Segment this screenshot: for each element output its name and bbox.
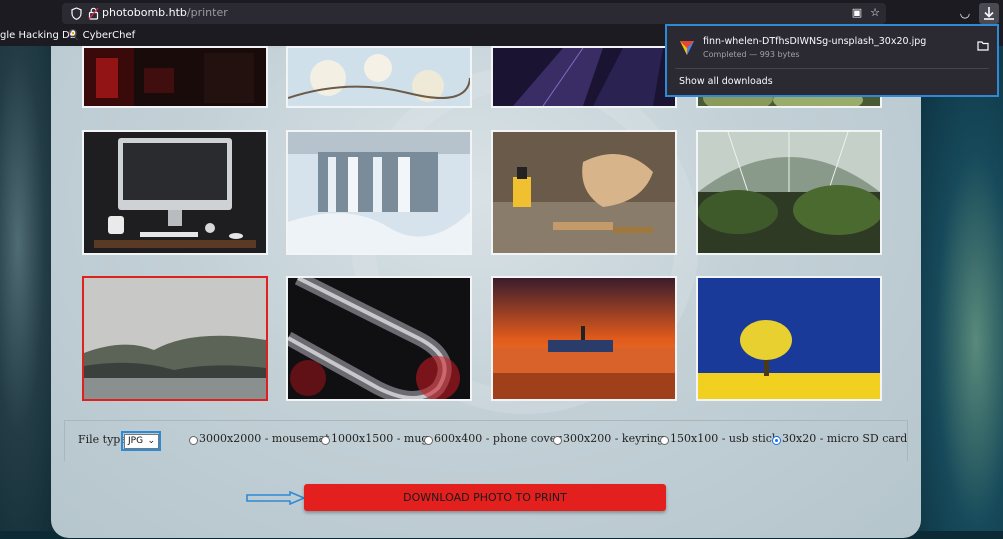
cyberchef-icon: 🍳 — [67, 30, 80, 41]
shield-icon[interactable] — [71, 7, 82, 20]
photo-image — [698, 132, 880, 253]
photo-image — [493, 278, 675, 399]
annotation-highlight-file-type — [121, 431, 161, 451]
photo-image — [84, 48, 266, 106]
dimension-radio-5[interactable] — [660, 436, 669, 445]
dimension-label-4[interactable]: 300x200 - keyring — [563, 432, 664, 445]
pocket-icon[interactable]: ◡ — [957, 5, 973, 21]
url-text[interactable]: photobomb.htb/printer — [102, 6, 228, 19]
dimension-radio-6[interactable] — [772, 436, 781, 445]
dimension-radio-4[interactable] — [553, 436, 562, 445]
divider — [675, 68, 989, 69]
bookmark-cyberchef[interactable]: 🍳 CyberChef — [67, 30, 135, 41]
dimension-label-3[interactable]: 600x400 - phone cover — [434, 432, 562, 445]
download-file-name[interactable]: finn-whelen-DTfhsDIWNSg-unsplash_30x20.j… — [703, 36, 926, 47]
photo-skyscraper-night[interactable] — [491, 46, 677, 108]
url-host: photobomb.htb — [102, 6, 187, 19]
dimension-radio-1[interactable] — [189, 436, 198, 445]
annotation-arrow-icon — [246, 491, 306, 505]
photo-image — [84, 278, 266, 399]
bookmark-star-icon[interactable]: ☆ — [870, 6, 880, 19]
photo-image — [84, 132, 266, 253]
download-arrow-icon — [984, 7, 994, 20]
photo-image — [493, 48, 675, 106]
dimension-label-2[interactable]: 1000x1500 - mug — [331, 432, 428, 445]
dimension-radio-3[interactable] — [424, 436, 433, 445]
photo-image — [698, 278, 880, 399]
lock-icon[interactable] — [88, 7, 99, 20]
background-right — [913, 46, 1003, 539]
photo-glass-greenhouse[interactable] — [696, 130, 882, 255]
photo-yellow-tree[interactable] — [696, 276, 882, 401]
download-status: Completed — 993 bytes — [703, 50, 800, 59]
photo-image — [288, 278, 470, 399]
photo-image — [288, 132, 470, 253]
photo-chrome-paperclip[interactable] — [286, 276, 472, 401]
photo-image — [493, 132, 675, 253]
bookmark-google-hacking-db[interactable]: gle Hacking DB — [0, 30, 77, 41]
photo-white-blossoms[interactable] — [286, 46, 472, 108]
translate-icon[interactable]: ▣ — [852, 6, 862, 19]
download-photo-button[interactable]: DOWNLOAD PHOTO TO PRINT — [304, 484, 666, 511]
downloads-button[interactable] — [979, 3, 999, 24]
photo-desktop-computer[interactable] — [82, 130, 268, 255]
photo-frozen-waterfall[interactable] — [286, 130, 472, 255]
bookmark-cyberchef-label: CyberChef — [82, 30, 136, 41]
show-all-downloads-link[interactable]: Show all downloads — [679, 76, 773, 87]
photo-red-lights[interactable] — [82, 46, 268, 108]
dimension-label-1[interactable]: 3000x2000 - mousemat — [199, 432, 330, 445]
file-type-label: File type — [78, 433, 127, 446]
downloads-panel: finn-whelen-DTfhsDIWNSg-unsplash_30x20.j… — [665, 24, 999, 97]
photo-image — [288, 48, 470, 106]
url-bar[interactable]: photobomb.htb/printer ▣ ☆ — [62, 3, 886, 24]
dimension-label-5[interactable]: 150x100 - usb stick — [670, 432, 779, 445]
url-path: /printer — [186, 6, 228, 19]
photo-wood-workshop[interactable] — [491, 130, 677, 255]
folder-icon[interactable] — [977, 40, 989, 51]
dimension-label-6[interactable]: 30x20 - micro SD card — [782, 432, 907, 445]
dimension-radio-2[interactable] — [321, 436, 330, 445]
photo-misty-coastline[interactable] — [82, 276, 268, 401]
image-file-icon — [680, 41, 694, 55]
photo-boat-sunset[interactable] — [491, 276, 677, 401]
url-right-icons: ▣ ☆ — [844, 6, 880, 19]
